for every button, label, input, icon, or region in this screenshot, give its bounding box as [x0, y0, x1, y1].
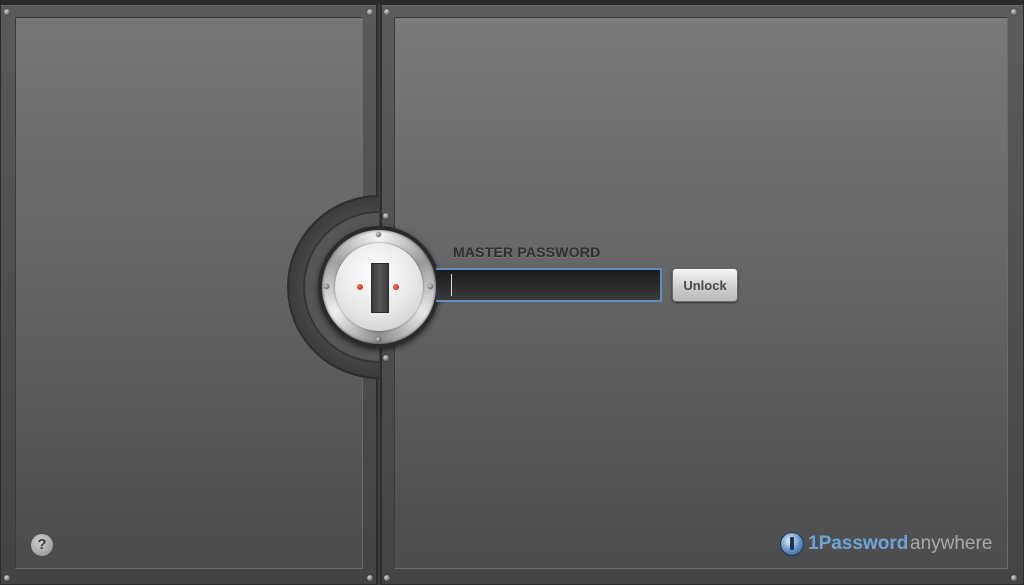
rivet: [384, 9, 390, 15]
rivet: [384, 575, 390, 581]
master-password-label: MASTER PASSWORD: [453, 244, 601, 260]
lock-pin-right: [393, 284, 399, 290]
dial-rivet: [428, 284, 433, 289]
1password-anywhere-logo: 1Password anywhere: [780, 530, 995, 558]
keyhole-icon: [371, 263, 389, 313]
rivet: [367, 575, 373, 581]
rivet: [383, 355, 389, 361]
lock-pin-left: [357, 284, 363, 290]
rivet: [367, 9, 373, 15]
dial-rivet: [376, 337, 381, 342]
rivet: [1011, 9, 1017, 15]
rivet: [4, 575, 10, 581]
1password-logo-icon: [780, 532, 804, 556]
logo-brand-text: 1Password: [808, 533, 909, 554]
master-password-input[interactable]: [436, 268, 662, 302]
help-button[interactable]: ?: [30, 533, 54, 557]
dial-rivet: [376, 232, 381, 237]
rivet: [1011, 575, 1017, 581]
unlock-button[interactable]: Unlock: [672, 268, 738, 302]
rivet: [4, 9, 10, 15]
dial-rivet: [324, 284, 329, 289]
logo-suffix-text: anywhere: [910, 533, 993, 554]
text-cursor: [451, 274, 452, 296]
rivet: [383, 213, 389, 219]
